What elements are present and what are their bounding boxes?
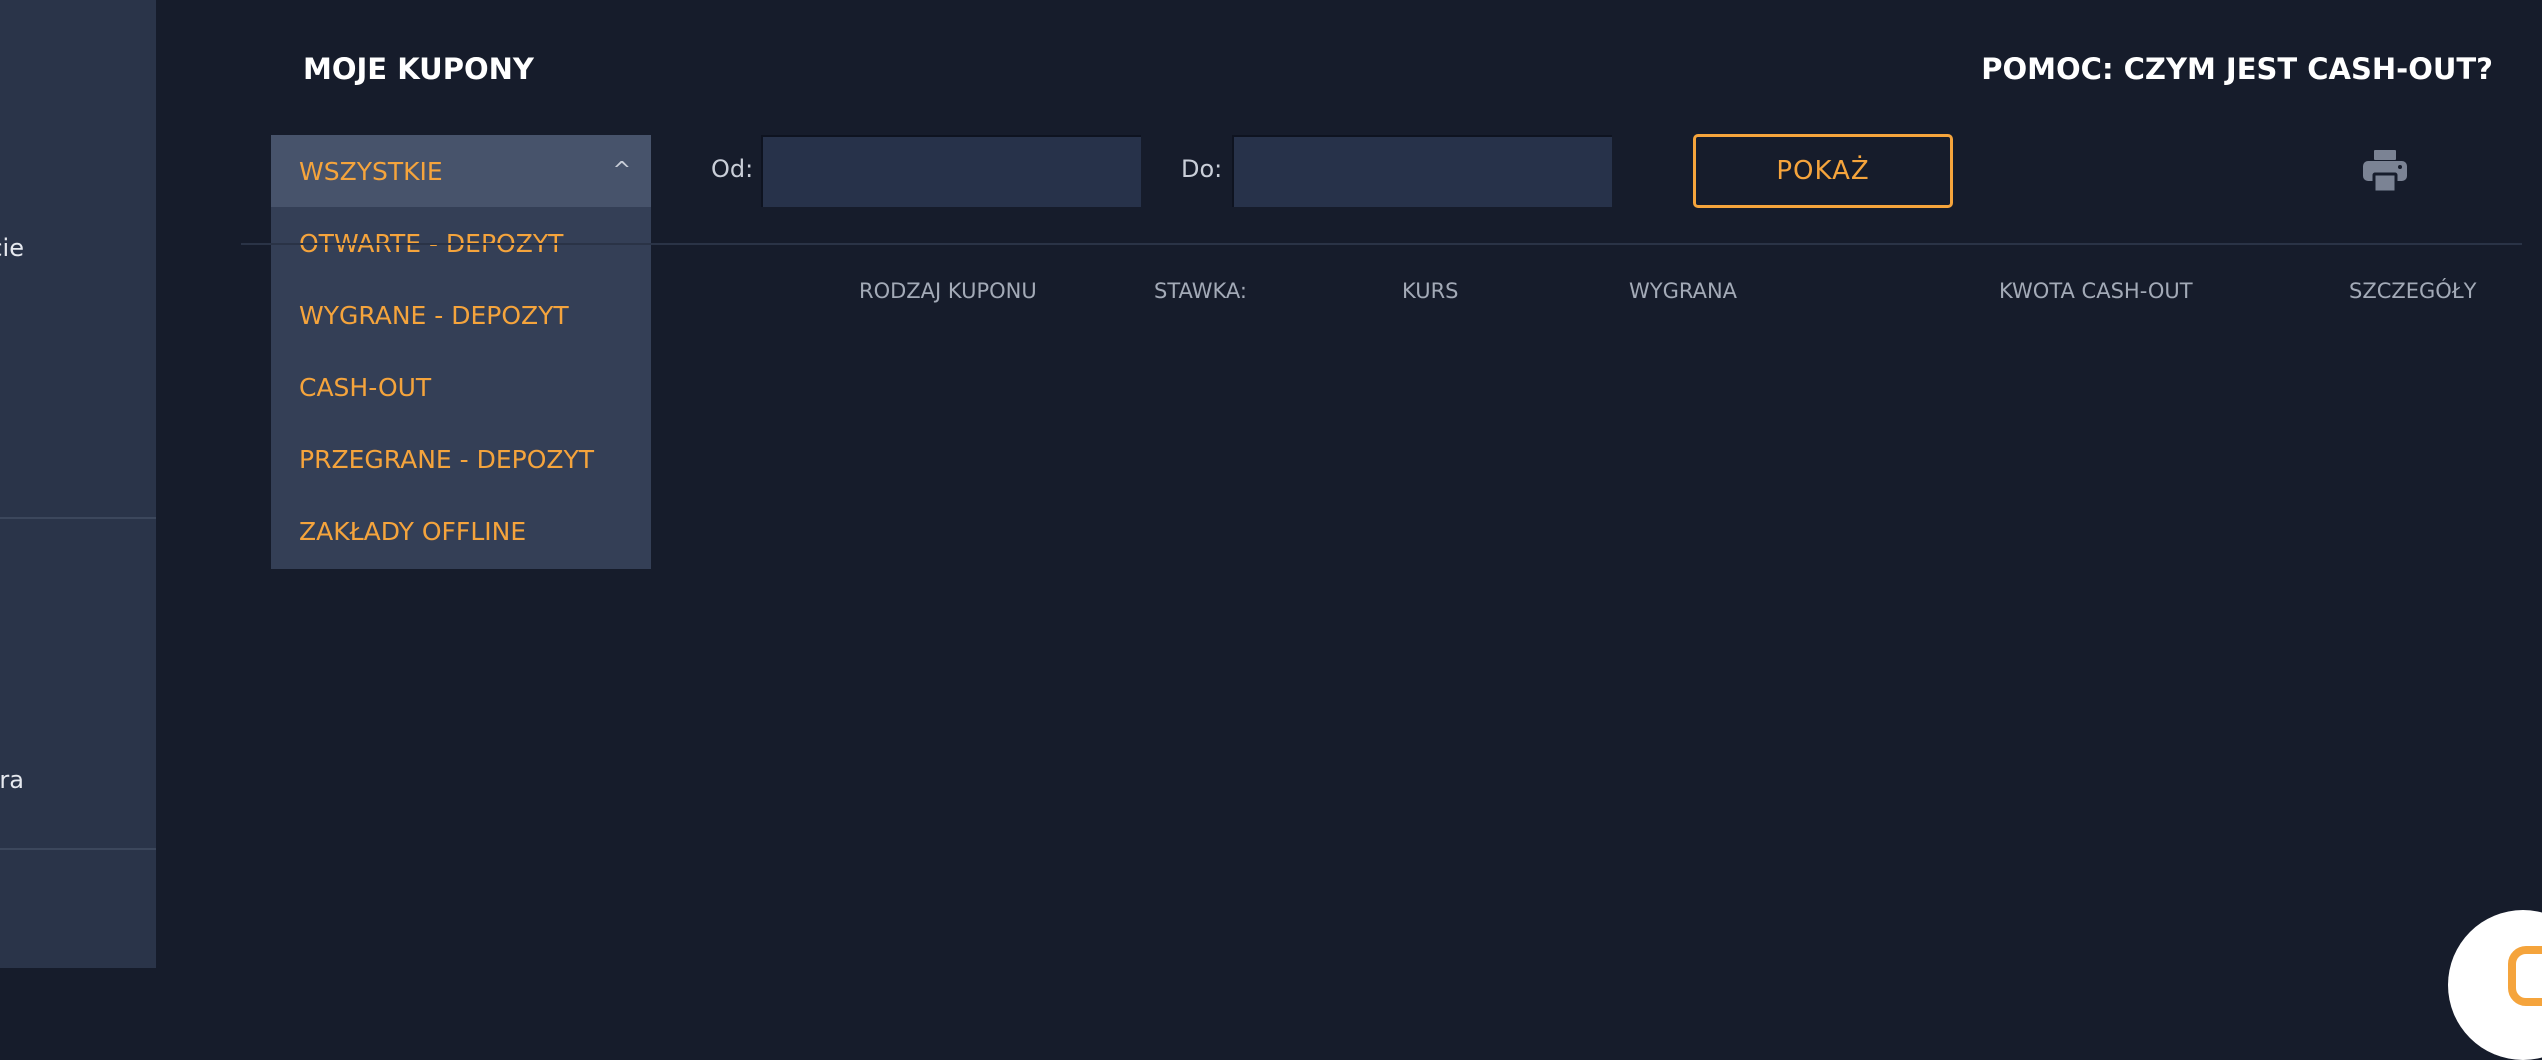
dropdown-selected-label: WSZYSTKIE [299,156,443,186]
date-from-label: Od: [711,155,754,183]
dropdown-selected[interactable]: WSZYSTKIE ^ [271,135,651,207]
show-button[interactable]: POKAŻ [1693,134,1953,208]
sidebar-item-label[interactable]: gra [0,768,24,792]
printer-icon[interactable] [2363,150,2407,192]
chat-icon [2508,946,2542,1006]
filter-divider [241,243,2522,245]
dropdown-option-won-deposit[interactable]: WYGRANE - DEPOZYT [271,279,651,351]
sidebar-item-label[interactable]: cie [0,236,24,260]
column-header-cashout-amount: KWOTA CASH-OUT [1999,279,2193,303]
dropdown-option-offline-bets[interactable]: ZAKŁADY OFFLINE [271,495,651,567]
date-to-input[interactable] [1232,135,1612,207]
sidebar-divider [0,848,156,850]
dropdown-menu: OTWARTE - DEPOZYT WYGRANE - DEPOZYT CASH… [271,207,651,569]
column-header-win: WYGRANA [1629,279,1738,303]
sidebar: cie gra [0,0,156,968]
column-header-stake: STAWKA: [1154,279,1247,303]
chevron-up-icon[interactable]: ^ [613,160,631,182]
date-to-label: Do: [1181,155,1223,183]
sidebar-divider [0,517,156,519]
dropdown-option-cash-out[interactable]: CASH-OUT [271,351,651,423]
dropdown-option-lost-deposit[interactable]: PRZEGRANE - DEPOZYT [271,423,651,495]
column-header-coupon-type: RODZAJ KUPONU [859,279,1037,303]
column-header-details: SZCZEGÓŁY [2349,279,2477,303]
column-header-odds: KURS [1402,279,1459,303]
page-title: MOJE KUPONY [303,52,534,86]
date-from-input[interactable] [761,135,1141,207]
coupon-type-dropdown[interactable]: WSZYSTKIE ^ OTWARTE - DEPOZYT WYGRANE - … [271,135,651,569]
help-cashout-link[interactable]: POMOC: CZYM JEST CASH-OUT? [1981,55,2493,84]
